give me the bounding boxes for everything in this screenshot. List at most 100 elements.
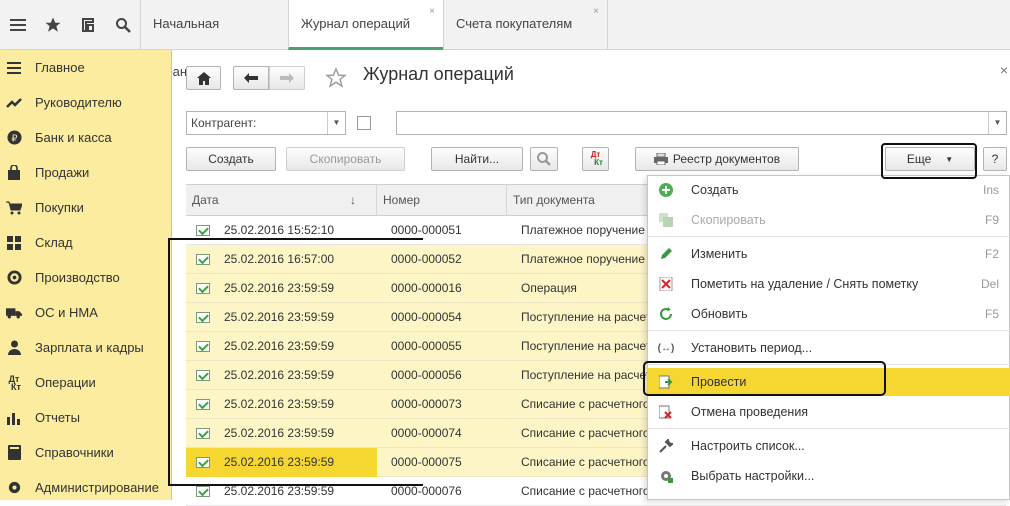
sidebar-item-assets[interactable]: ОС и НМА [0, 295, 171, 330]
counterparty-field[interactable]: Контрагент: ▼ [186, 111, 346, 135]
column-header-date[interactable]: Дата ↓ [186, 184, 377, 216]
sidebar-item-payroll[interactable]: Зарплата и кадры [0, 330, 171, 365]
top-icons [0, 0, 140, 50]
tab-invoices[interactable]: Счета покупателям × [443, 0, 608, 50]
search-cancel-icon [537, 152, 551, 166]
dt-kt-button[interactable]: Дт Кт [582, 147, 609, 171]
search-icon [115, 18, 131, 33]
search-button[interactable] [105, 0, 140, 50]
sidebar-item-sales[interactable]: Продажи [0, 155, 171, 190]
ruble-icon: ₽ [6, 130, 22, 146]
sidebar-item-directories[interactable]: Справочники [0, 435, 171, 470]
date-value: 25.02.2016 23:59:59 [224, 280, 335, 295]
sidebar-item-reports[interactable]: Отчеты [0, 400, 171, 435]
posted-document-icon [196, 369, 210, 381]
cell-date: 25.02.2016 16:57:00 [186, 245, 377, 274]
arrow-right-icon [280, 73, 294, 83]
settings-select-icon [659, 469, 673, 483]
posted-document-icon [196, 253, 210, 265]
chart-trend-icon [6, 95, 22, 111]
home-button[interactable] [186, 66, 221, 90]
star-icon [45, 17, 60, 32]
sidebar-item-manager[interactable]: Руководителю [0, 85, 171, 120]
menu-item-customize-list[interactable]: Настроить список... [648, 432, 1010, 460]
home-icon [196, 71, 211, 85]
menu-separator [648, 236, 1010, 237]
filter-checkbox[interactable] [357, 116, 371, 130]
favorites-button[interactable] [35, 0, 70, 50]
menu-item-label: Пометить на удаление / Снять пометку [691, 277, 919, 291]
tab-label: Журнал операций [301, 16, 410, 31]
sidebar-item-purchases[interactable]: Покупки [0, 190, 171, 225]
favorite-star-icon[interactable] [325, 67, 347, 89]
annotation-more-highlight [881, 143, 977, 179]
menu-item-refresh[interactable]: Обновить F5 [648, 300, 1010, 328]
search-input[interactable]: ▼ [396, 111, 1007, 135]
refresh-icon [659, 307, 673, 321]
back-button[interactable] [233, 66, 269, 90]
menu-item-unpost[interactable]: Отмена проведения [648, 398, 1010, 426]
sidebar-item-label: Главное [35, 60, 85, 75]
menu-item-copy[interactable]: Скопировать F9 [648, 206, 1010, 234]
menu-item-create[interactable]: Создать Ins [648, 176, 1010, 204]
date-value: 25.02.2016 15:52:10 [224, 222, 335, 237]
printer-icon [653, 153, 668, 165]
sidebar-item-label: Зарплата и кадры [35, 340, 144, 355]
sidebar-item-warehouse[interactable]: Склад [0, 225, 171, 260]
menu-item-set-period[interactable]: (↔) Установить период... [648, 334, 1010, 362]
tab-close-icon[interactable]: × [593, 0, 599, 36]
tab-start-page[interactable]: Начальная страница [140, 0, 288, 79]
find-button[interactable]: Найти... [431, 147, 523, 171]
posted-document-icon [196, 398, 210, 410]
date-value: 25.02.2016 16:57:00 [224, 251, 335, 266]
tab-label: Счета покупателям [456, 16, 573, 31]
chevron-down-icon[interactable]: ▼ [327, 112, 345, 134]
menu-item-mark-delete[interactable]: Пометить на удаление / Снять пометку Del [648, 270, 1010, 298]
date-value: 25.02.2016 23:59:59 [224, 454, 335, 469]
menu-item-edit[interactable]: Изменить F2 [648, 240, 1010, 268]
column-label: Тип документа [513, 193, 595, 207]
menu-item-label: Настроить список... [691, 439, 805, 453]
cell-date: 25.02.2016 23:59:59 [186, 390, 377, 419]
tab-close-icon[interactable]: × [429, 0, 435, 36]
cancel-search-button[interactable] [530, 147, 558, 171]
sidebar-item-operations[interactable]: Дт Кт Операции [0, 365, 171, 400]
chevron-down-icon[interactable]: ▼ [988, 112, 1006, 134]
menu-button[interactable] [0, 0, 35, 50]
annotation-post-highlight [643, 361, 886, 396]
sidebar-item-main[interactable]: Главное [0, 50, 171, 85]
sidebar-item-label: Отчеты [35, 410, 80, 425]
kt-label: Кт [594, 158, 603, 167]
column-header-number[interactable]: Номер [377, 184, 507, 216]
cell-date: 25.02.2016 15:52:10 [186, 216, 377, 245]
annotation-bracket-left [168, 238, 170, 486]
cell-date: 25.02.2016 23:59:59 [186, 477, 377, 506]
menu-item-label: Отмена проведения [691, 405, 809, 419]
sidebar-item-label: Администрирование [35, 480, 159, 495]
unpost-document-icon [659, 405, 673, 419]
posted-document-icon [196, 282, 210, 294]
sidebar-item-production[interactable]: Производство [0, 260, 171, 295]
create-button[interactable]: Создать [186, 147, 276, 171]
history-button[interactable] [70, 0, 105, 50]
sort-arrow-icon: ↓ [350, 193, 356, 207]
posted-document-icon [196, 224, 210, 236]
menu-item-select-settings[interactable]: Выбрать настройки... [648, 462, 1010, 490]
sidebar-item-bank[interactable]: ₽ Банк и касса [0, 120, 171, 155]
truck-icon [6, 305, 22, 321]
pencil-icon [659, 247, 673, 261]
cell-number: 0000-000076 [391, 483, 462, 498]
svg-text:₽: ₽ [11, 133, 17, 144]
close-form-icon[interactable]: × [1000, 62, 1008, 78]
help-button[interactable]: ? [983, 147, 1007, 171]
sidebar-item-label: Операции [35, 375, 96, 390]
forward-button[interactable] [269, 66, 305, 90]
cell-date: 25.02.2016 23:59:59 [186, 332, 377, 361]
cell-date: 25.02.2016 23:59:59 [186, 274, 377, 303]
document-registry-button[interactable]: Реестр документов [635, 147, 799, 171]
shortcut-label: F2 [984, 247, 999, 261]
date-value: 25.02.2016 23:59:59 [224, 396, 335, 411]
tab-journal[interactable]: Журнал операций × [288, 0, 443, 50]
history-icon [81, 18, 94, 32]
copy-button[interactable]: Скопировать [286, 147, 405, 171]
